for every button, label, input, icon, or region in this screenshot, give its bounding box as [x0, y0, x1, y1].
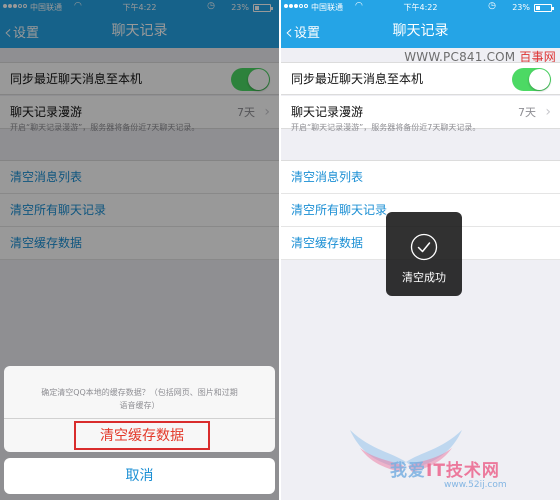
nav-bar: ‹ 设置 聊天记录 [281, 15, 560, 48]
watermark-name-part-b: IT技术网 [426, 461, 500, 481]
battery-icon [534, 4, 554, 12]
status-bar: 中国联通 ◠ 下午4:22 ◷ 23% [281, 0, 560, 15]
confirm-clear-cache-button[interactable]: 清空缓存数据 [74, 421, 210, 450]
page-title: 聊天记录 [392, 23, 449, 39]
chevron-right-icon: › [545, 104, 551, 120]
action-sheet-message-line2: 语音缓存） [119, 401, 160, 410]
sync-setting-row: 同步最近聊天消息至本机 [281, 62, 560, 95]
action-sheet-message: 确定清空QQ本地的缓存数据？（包括网页、图片和过期 语音缓存） [12, 386, 267, 412]
divider [4, 418, 275, 419]
action-sheet: 确定清空QQ本地的缓存数据？（包括网页、图片和过期 语音缓存） 清空缓存数据 [4, 366, 275, 452]
check-circle-icon [410, 233, 438, 261]
action-sheet-message-line1: 确定清空QQ本地的缓存数据？（包括网页、图片和过期 [41, 388, 238, 397]
left-phone-screen: 中国联通 ◠ 下午4:22 ◷ 23% ‹ 设置 聊天记录 同步最近聊天消息至本… [0, 0, 279, 500]
roam-hint: 开启“聊天记录漫游”，服务器将备份近7天聊天记录。 [291, 123, 481, 132]
roam-value: 7天 [518, 106, 536, 119]
sync-label: 同步最近聊天消息至本机 [291, 72, 424, 86]
watermark-name: 我爱IT技术网 [390, 456, 500, 481]
watermark-url: www.52ij.com [444, 480, 507, 490]
cancel-button[interactable]: 取消 [4, 458, 275, 494]
site-logo-watermark: 我爱IT技术网 www.52ij.com [326, 418, 546, 498]
sync-toggle[interactable] [512, 68, 551, 91]
battery-percent: 23% [512, 3, 530, 12]
success-toast: 清空成功 [386, 212, 462, 296]
toast-text: 清空成功 [402, 271, 446, 284]
watermark-name-part-a: 我爱 [390, 461, 426, 481]
clear-message-list-button[interactable]: 清空消息列表 [281, 161, 560, 194]
alarm-icon: ◷ [488, 1, 496, 11]
